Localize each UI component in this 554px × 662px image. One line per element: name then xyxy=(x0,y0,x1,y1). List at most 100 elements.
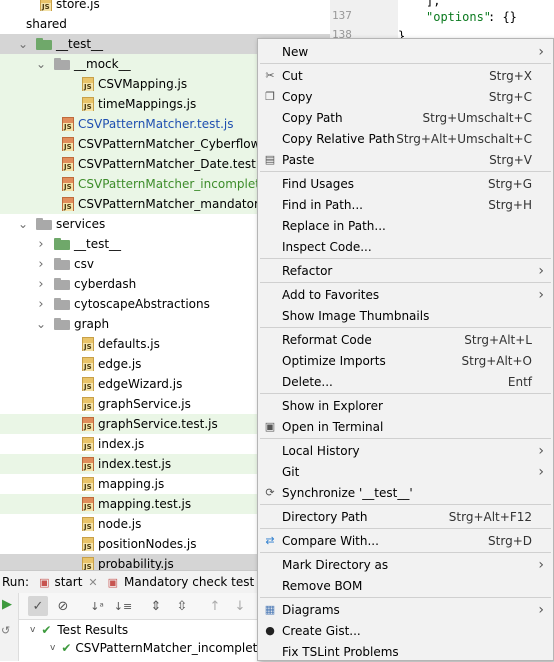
menu-item-replace-in-path[interactable]: Replace in Path... xyxy=(258,215,553,236)
menu-item-find-in-path[interactable]: Find in Path... Strg+H xyxy=(258,194,553,215)
menu-item-find-usages[interactable]: Find Usages Strg+G xyxy=(258,173,553,194)
chevron-right-icon[interactable]: › xyxy=(36,237,46,252)
menu-separator xyxy=(260,63,551,64)
menu-item-git[interactable]: Git › xyxy=(258,461,553,482)
menu-shortcut: Strg+C xyxy=(488,89,532,104)
menu-item-diagrams[interactable]: ▦ Diagrams › xyxy=(258,599,553,620)
folder-icon xyxy=(54,278,70,290)
menu-separator xyxy=(260,282,551,283)
tree-item-label: defaults.js xyxy=(98,337,160,351)
show-ignored-icon[interactable]: ⊘ xyxy=(53,596,73,616)
menu-item-paste[interactable]: ▤ Paste Strg+V xyxy=(258,149,553,170)
menu-item-optimize-imports[interactable]: Optimize Imports Strg+Alt+O xyxy=(258,350,553,371)
menu-item-reformat-code[interactable]: Reformat Code Strg+Alt+L xyxy=(258,329,553,350)
run-icon[interactable]: ▶ xyxy=(2,597,12,612)
menu-item-mark-directory-as[interactable]: Mark Directory as › xyxy=(258,554,553,575)
menu-separator xyxy=(260,438,551,439)
run-config-icon: ▣ xyxy=(39,575,50,589)
chevron-down-icon[interactable]: ⌄ xyxy=(36,317,46,331)
menu-shortcut: Strg+Alt+Umschalt+C xyxy=(396,131,532,146)
test-result-item[interactable]: CSVPatternMatcher_incompleteC xyxy=(75,641,273,655)
previous-failed-icon[interactable]: ↑ xyxy=(205,596,225,616)
folder-icon xyxy=(36,218,52,230)
menu-item-copy-path[interactable]: Copy Path Strg+Umschalt+C xyxy=(258,107,553,128)
submenu-arrow-icon: › xyxy=(538,556,544,573)
clipboard-icon: ▤ xyxy=(264,153,276,166)
chevron-right-icon[interactable]: › xyxy=(36,297,46,312)
menu-item-label: Reformat Code xyxy=(282,332,372,347)
js-file-icon: JS xyxy=(82,457,94,471)
tree-item-label: mapping.js xyxy=(98,477,165,491)
passed-check-icon: ✔ xyxy=(41,623,52,637)
menu-item-synchronize-test[interactable]: ⟳ Synchronize '__test__' xyxy=(258,482,553,503)
chevron-down-icon[interactable]: ⌄ xyxy=(18,217,28,231)
menu-item-label: Cut xyxy=(282,68,303,83)
expand-all-icon[interactable]: ⇕ xyxy=(146,596,166,616)
expand-arrow-icon[interactable]: v xyxy=(50,643,55,653)
sort-alpha-icon[interactable]: ↓ᵃ xyxy=(87,596,107,616)
menu-shortcut: Strg+Alt+O xyxy=(461,353,532,368)
js-file-icon: JS xyxy=(82,77,94,91)
tree-item-label: probability.js xyxy=(98,557,174,570)
menu-item-create-gist[interactable]: ● Create Gist... xyxy=(258,620,553,641)
run-tab-mandatory-check[interactable]: Mandatory check test xyxy=(124,575,254,589)
tree-item-label: graphService.test.js xyxy=(98,417,218,431)
tree-item-label: edge.js xyxy=(98,357,142,371)
tree-item-label: node.js xyxy=(98,517,142,531)
chevron-down-icon[interactable]: ⌄ xyxy=(18,37,28,51)
menu-item-inspect-code[interactable]: Inspect Code... xyxy=(258,236,553,257)
tree-item-label: edgeWizard.js xyxy=(98,377,183,391)
menu-item-fix-tslint-problems[interactable]: Fix TSLint Problems xyxy=(258,641,553,662)
menu-item-label: Local History xyxy=(282,443,360,458)
next-failed-icon[interactable]: ↓ xyxy=(230,596,250,616)
js-file-icon: JS xyxy=(82,517,94,531)
menu-item-label: Open in Terminal xyxy=(282,419,384,434)
tree-item-label: CSVPatternMatcher_Date.test.js xyxy=(78,157,270,171)
sync-icon: ⟳ xyxy=(265,486,275,499)
expand-arrow-icon[interactable]: v xyxy=(30,625,35,635)
js-file-icon: JS xyxy=(62,197,74,211)
menu-separator xyxy=(260,504,551,505)
menu-item-delete[interactable]: Delete... Entf xyxy=(258,371,553,392)
menu-item-label: Directory Path xyxy=(282,509,368,524)
menu-item-new[interactable]: New › xyxy=(258,41,553,62)
tree-item-label: timeMappings.js xyxy=(98,97,197,111)
chevron-down-icon[interactable]: ⌄ xyxy=(36,57,46,71)
submenu-arrow-icon: › xyxy=(538,601,544,618)
sort-duration-icon[interactable]: ↓≡ xyxy=(113,596,133,616)
menu-item-label: Git xyxy=(282,464,300,479)
chevron-right-icon[interactable]: › xyxy=(36,277,46,292)
menu-item-local-history[interactable]: Local History › xyxy=(258,440,553,461)
menu-item-copy-relative-path[interactable]: Copy Relative Path Strg+Alt+Umschalt+C xyxy=(258,128,553,149)
menu-item-show-image-thumbnails[interactable]: Show Image Thumbnails xyxy=(258,305,553,326)
close-tab-icon[interactable]: ✕ xyxy=(88,576,97,589)
menu-item-label: Compare With... xyxy=(282,533,379,548)
collapse-all-icon[interactable]: ⇳ xyxy=(172,596,192,616)
tree-item-label: CSVMapping.js xyxy=(98,77,188,91)
js-file-icon: JS xyxy=(62,157,74,171)
menu-item-label: Paste xyxy=(282,152,315,167)
menu-item-refactor[interactable]: Refactor › xyxy=(258,260,553,281)
menu-item-cut[interactable]: ✂ Cut Strg+X xyxy=(258,65,553,86)
context-menu: New › ✂ Cut Strg+X ❐ Copy Strg+C Copy Path Strg+U… xyxy=(257,38,554,661)
menu-item-label: Remove BOM xyxy=(282,578,363,593)
tree-row[interactable]: JS store.js xyxy=(0,0,330,14)
run-side-strip: ▶ ↺ xyxy=(0,593,19,661)
chevron-right-icon[interactable]: › xyxy=(36,257,46,272)
menu-item-compare-with[interactable]: ⇄ Compare With... Strg+D xyxy=(258,530,553,551)
menu-item-remove-bom[interactable]: Remove BOM xyxy=(258,575,553,596)
menu-item-label: Copy Path xyxy=(282,110,343,125)
menu-item-label: Create Gist... xyxy=(282,623,361,638)
folder-icon xyxy=(54,238,70,250)
show-passed-icon[interactable]: ✓ xyxy=(28,596,48,616)
debug-icon[interactable]: ↺ xyxy=(1,624,10,637)
menu-item-open-in-terminal[interactable]: ▣ Open in Terminal xyxy=(258,416,553,437)
menu-item-label: Inspect Code... xyxy=(282,239,372,254)
menu-item-copy[interactable]: ❐ Copy Strg+C xyxy=(258,86,553,107)
menu-item-add-to-favorites[interactable]: Add to Favorites › xyxy=(258,284,553,305)
run-tab-start[interactable]: start xyxy=(54,575,82,589)
menu-item-directory-path[interactable]: Directory Path Strg+Alt+F12 xyxy=(258,506,553,527)
tree-row[interactable]: shared xyxy=(0,14,330,34)
js-file-icon: JS xyxy=(82,537,94,551)
menu-item-show-in-explorer[interactable]: Show in Explorer xyxy=(258,395,553,416)
